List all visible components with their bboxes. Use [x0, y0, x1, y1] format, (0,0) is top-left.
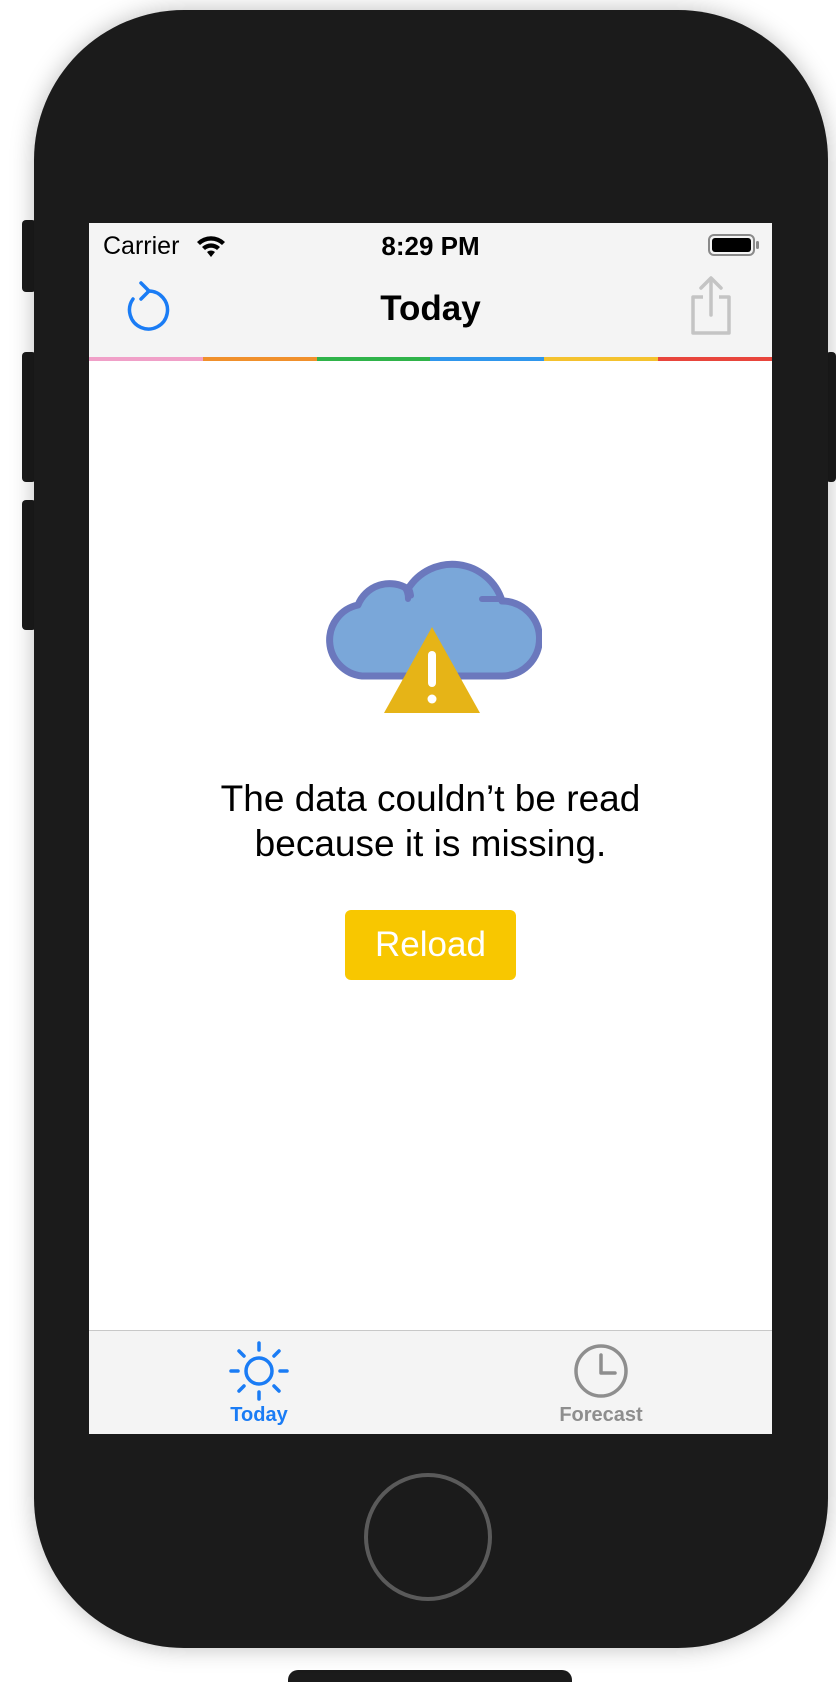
- cloud-warning-icon: [326, 560, 542, 713]
- status-time: 8:29 PM: [381, 231, 480, 261]
- battery-full-icon: [708, 234, 759, 256]
- reload-button[interactable]: Reload: [345, 910, 516, 980]
- page-title: Today: [380, 289, 481, 328]
- share-icon[interactable]: [687, 275, 735, 337]
- sun-icon: [229, 1341, 289, 1401]
- error-message: The data couldn’t be read because it is …: [149, 776, 712, 866]
- error-message-line-1: The data couldn’t be read: [220, 778, 641, 819]
- error-message-line-2: because it is missing.: [254, 823, 607, 864]
- tab-today-label: Today: [230, 1404, 288, 1426]
- tab-forecast-label: Forecast: [559, 1404, 643, 1426]
- device-base: [288, 1670, 572, 1682]
- clock-icon: [574, 1344, 628, 1398]
- tab-today[interactable]: Today: [147, 1331, 371, 1435]
- home-button[interactable]: [364, 1473, 492, 1601]
- cloud-warning-icon: [319, 358, 539, 544]
- status-bar: Carrier 8:29 PM: [89, 223, 772, 267]
- tab-bar: Today Forecast: [89, 1330, 772, 1434]
- tab-forecast[interactable]: Forecast: [489, 1331, 713, 1435]
- navigation-bar: Today: [89, 267, 772, 357]
